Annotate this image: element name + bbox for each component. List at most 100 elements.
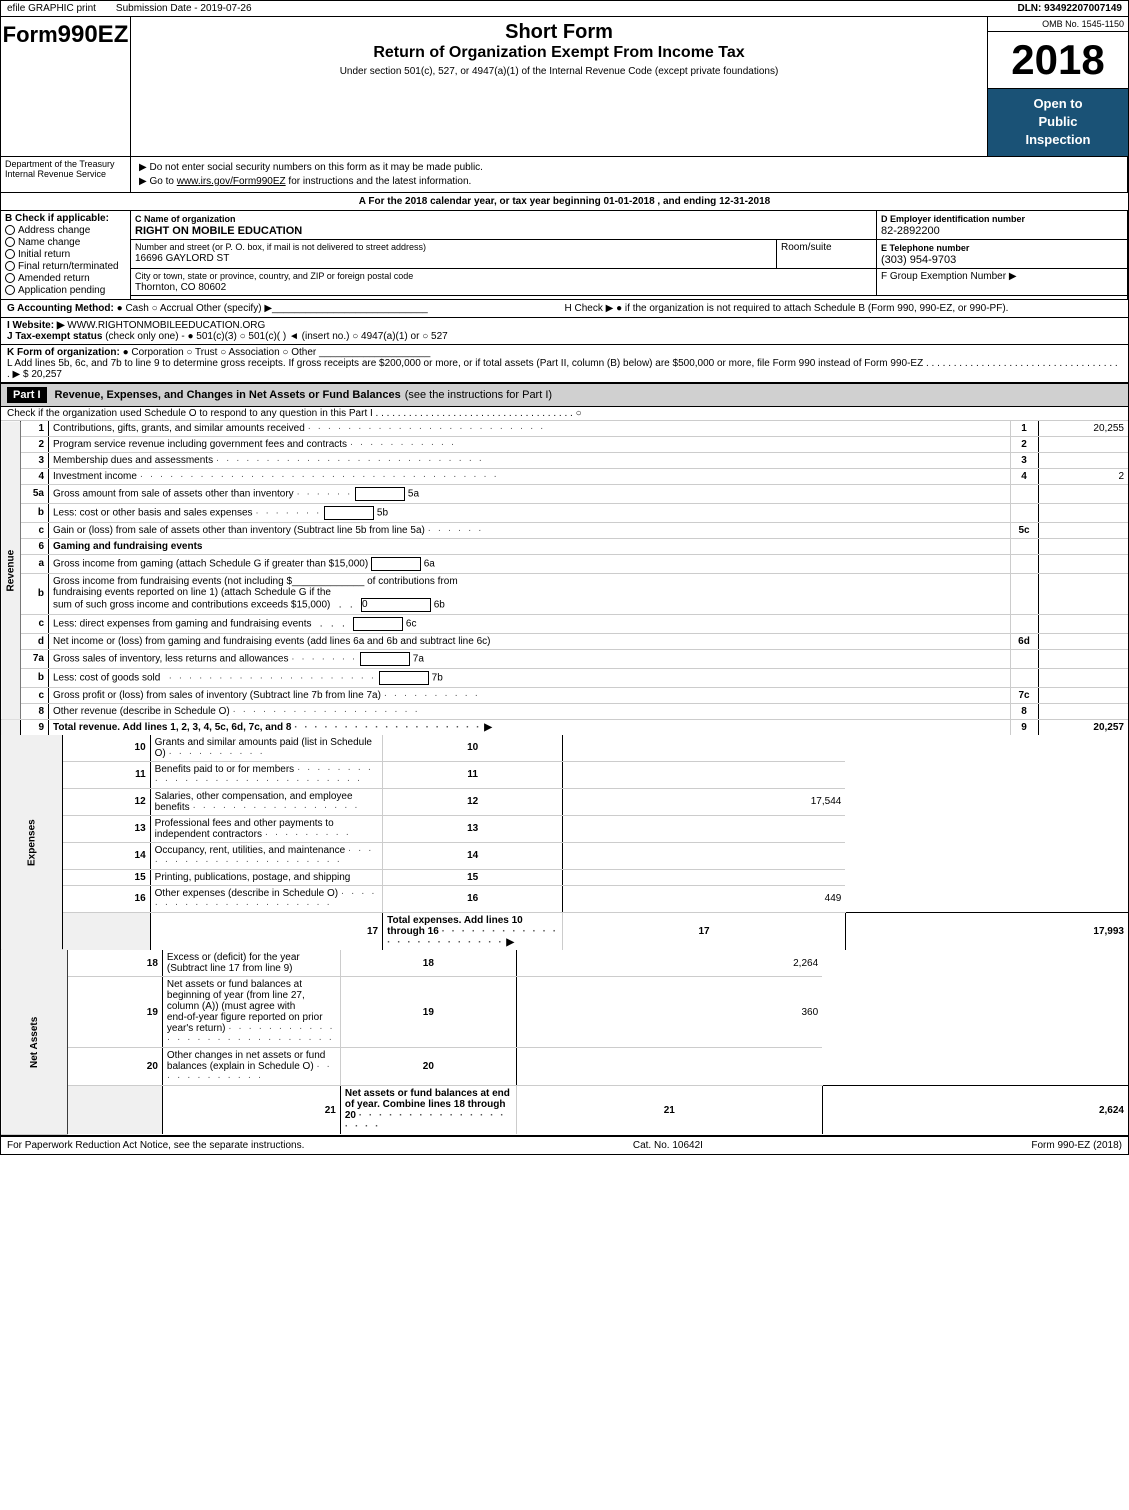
net-assets-table: Net Assets 18 Excess or (deficit) for th… bbox=[1, 950, 1128, 1135]
revenue-row-6d: d Net income or (loss) from gaming and f… bbox=[1, 633, 1128, 649]
section-b: B Check if applicable: Address change Na… bbox=[1, 211, 131, 299]
amended-return-item: Amended return bbox=[5, 273, 126, 284]
address-cell: Number and street (or P. O. box, if mail… bbox=[131, 240, 777, 268]
form-logo-area: Form990EZ bbox=[1, 17, 131, 156]
header-center: Short Form Return of Organization Exempt… bbox=[131, 17, 988, 156]
section-gh: G Accounting Method: ● Cash ○ Accrual Ot… bbox=[1, 300, 1128, 318]
org-name-label: C Name of organization bbox=[135, 214, 236, 224]
address-row: Number and street (or P. O. box, if mail… bbox=[131, 240, 1127, 269]
submission-date: Submission Date - 2019-07-26 bbox=[116, 3, 252, 14]
revenue-row-7c: c Gross profit or (loss) from sales of i… bbox=[1, 687, 1128, 703]
revenue-table: Revenue 1 Contributions, gifts, grants, … bbox=[1, 421, 1128, 735]
revenue-row-5c: c Gain or (loss) from sale of assets oth… bbox=[1, 522, 1128, 538]
initial-return-item: Initial return bbox=[5, 249, 126, 260]
amended-return-radio[interactable] bbox=[5, 273, 15, 283]
phone-label: E Telephone number bbox=[881, 243, 969, 253]
phone-cell: E Telephone number (303) 954-9703 bbox=[877, 240, 1127, 268]
part-i-check-row: Check if the organization used Schedule … bbox=[1, 407, 1128, 421]
return-title: Return of Organization Exempt From Incom… bbox=[139, 44, 979, 62]
revenue-row-8: 8 Other revenue (describe in Schedule O)… bbox=[1, 703, 1128, 719]
omb-number: OMB No. 1545-1150 bbox=[988, 17, 1128, 32]
employer-id-cell: D Employer identification number 82-2892… bbox=[877, 211, 1127, 239]
expense-row-12: 12 Salaries, other compensation, and emp… bbox=[1, 788, 1128, 815]
expenses-table: Expenses 10 Grants and similar amounts p… bbox=[1, 735, 1128, 951]
expense-row-14: 14 Occupancy, rent, utilities, and maint… bbox=[1, 842, 1128, 869]
tax-exempt-row: J Tax-exempt status (check only one) - ●… bbox=[7, 331, 1122, 342]
section-l-text: L Add lines 5b, 6c, and 7b to line 9 to … bbox=[7, 358, 1118, 380]
efile-label: efile GRAPHIC print bbox=[7, 3, 96, 14]
box-6c bbox=[353, 617, 403, 631]
part-i-header: Part I Revenue, Expenses, and Changes in… bbox=[1, 384, 1128, 407]
final-return-item: Final return/terminated bbox=[5, 261, 126, 272]
revenue-row-7b: b Less: cost of goods sold · · · · · · ·… bbox=[1, 668, 1128, 687]
revenue-section-label: Revenue bbox=[1, 421, 21, 720]
employer-id-label: D Employer identification number bbox=[881, 214, 1025, 224]
asset-row-20: 20 Other changes in net assets or fund b… bbox=[1, 1048, 1128, 1086]
city-cell: City or town, state or province, country… bbox=[131, 269, 877, 295]
part-i-check-text: Check if the organization used Schedule … bbox=[7, 408, 582, 419]
line-num-1: 1 bbox=[1010, 421, 1038, 437]
short-form-title: Short Form bbox=[139, 21, 979, 44]
final-return-radio[interactable] bbox=[5, 261, 15, 271]
tax-exempt-text: (check only one) - ● 501(c)(3) ○ 501(c)(… bbox=[105, 331, 448, 342]
application-pending-radio[interactable] bbox=[5, 285, 15, 295]
box-5b bbox=[324, 506, 374, 520]
revenue-row-7a: 7a Gross sales of inventory, less return… bbox=[1, 649, 1128, 668]
group-exemption-label: F Group Exemption Number bbox=[881, 271, 1006, 282]
dln-number: DLN: 93492207007149 bbox=[1017, 3, 1122, 14]
top-bar: efile GRAPHIC print Submission Date - 20… bbox=[1, 1, 1128, 17]
revenue-row-3: 3 Membership dues and assessments · · · … bbox=[1, 452, 1128, 468]
address-change-radio[interactable] bbox=[5, 225, 15, 235]
expense-row-15: 15 Printing, publications, postage, and … bbox=[1, 869, 1128, 885]
expenses-section-label: Expenses bbox=[1, 735, 62, 950]
dept-info: Department of the Treasury Internal Reve… bbox=[1, 157, 131, 192]
asset-row-19: 19 Net assets or fund balances at beginn… bbox=[1, 977, 1128, 1048]
revenue-row-5b: b Less: cost or other basis and sales ex… bbox=[1, 503, 1128, 522]
revenue-row-6c: c Less: direct expenses from gaming and … bbox=[1, 614, 1128, 633]
check-applicable-label: B Check if applicable: bbox=[5, 213, 126, 224]
revenue-row-4: 4 Investment income · · · · · · · · · · … bbox=[1, 468, 1128, 484]
section-h: H Check ▶ ● if the organization is not r… bbox=[565, 303, 1123, 314]
box-5a bbox=[355, 487, 405, 501]
row-num-1: 1 bbox=[21, 421, 49, 437]
org-name-value: RIGHT ON MOBILE EDUCATION bbox=[135, 225, 872, 237]
section-bc: B Check if applicable: Address change Na… bbox=[1, 211, 1128, 300]
gross-receipts-row: L Add lines 5b, 6c, and 7b to line 9 to … bbox=[7, 358, 1122, 380]
revenue-row-1: Revenue 1 Contributions, gifts, grants, … bbox=[1, 421, 1128, 437]
row-label-1: Contributions, gifts, grants, and simila… bbox=[49, 421, 1011, 437]
expense-row-13: 13 Professional fees and other payments … bbox=[1, 815, 1128, 842]
revenue-row-6: 6 Gaming and fundraising events bbox=[1, 538, 1128, 554]
section-g: G Accounting Method: ● Cash ○ Accrual Ot… bbox=[7, 303, 565, 314]
name-change-item: Name change bbox=[5, 237, 126, 248]
instructions-section: Department of the Treasury Internal Reve… bbox=[1, 157, 1128, 193]
revenue-row-6b: b Gross income from fundraising events (… bbox=[1, 573, 1128, 614]
box-7b bbox=[379, 671, 429, 685]
box-6a bbox=[371, 557, 421, 571]
footer: For Paperwork Reduction Act Notice, see … bbox=[1, 1135, 1128, 1154]
expense-row-11: 11 Benefits paid to or for members · · ·… bbox=[1, 761, 1128, 788]
org-info: C Name of organization RIGHT ON MOBILE E… bbox=[131, 211, 1128, 299]
expense-row-17: 17 Total expenses. Add lines 10 through … bbox=[1, 912, 1128, 950]
revenue-row-5a: 5a Gross amount from sale of assets othe… bbox=[1, 484, 1128, 503]
form-org-row: K Form of organization: ● Corporation ○ … bbox=[7, 347, 1122, 358]
city-row: City or town, state or province, country… bbox=[131, 269, 1127, 296]
revenue-row-9: 9 Total revenue. Add lines 1, 2, 3, 4, 5… bbox=[1, 719, 1128, 735]
instruction-line1: ▶ Do not enter social security numbers o… bbox=[139, 162, 1119, 173]
group-exemption-arrow: ▶ bbox=[1009, 271, 1017, 282]
tax-exempt-label: J Tax-exempt status bbox=[7, 331, 102, 342]
box-7a bbox=[360, 652, 410, 666]
org-name-row: C Name of organization RIGHT ON MOBILE E… bbox=[131, 211, 1127, 240]
name-change-radio[interactable] bbox=[5, 237, 15, 247]
expense-row-10: Expenses 10 Grants and similar amounts p… bbox=[1, 735, 1128, 762]
address-value: 16696 GAYLORD ST bbox=[135, 253, 772, 264]
phone-value: (303) 954-9703 bbox=[881, 254, 1123, 266]
section-h-text: H Check ▶ ● if the organization is not r… bbox=[565, 303, 1009, 314]
group-exemption-cell: F Group Exemption Number ▶ bbox=[877, 269, 1127, 295]
part-i-title: Revenue, Expenses, and Changes in Net As… bbox=[55, 389, 401, 401]
tax-form-page: efile GRAPHIC print Submission Date - 20… bbox=[0, 0, 1129, 1155]
accounting-method-label: G Accounting Method: bbox=[7, 303, 114, 314]
application-pending-item: Application pending bbox=[5, 285, 126, 296]
accrual-option: ○ Accrual bbox=[152, 303, 196, 314]
website-label: I Website: ▶ bbox=[7, 320, 65, 331]
initial-return-radio[interactable] bbox=[5, 249, 15, 259]
